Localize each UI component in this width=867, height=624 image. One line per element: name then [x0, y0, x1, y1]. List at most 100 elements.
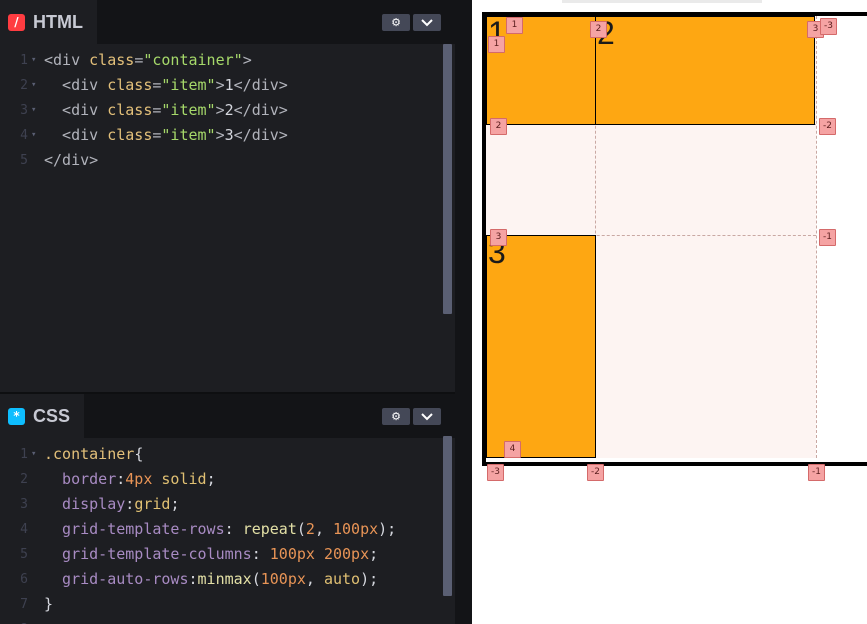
- code-text: display:grid;: [44, 492, 179, 517]
- code-token: >: [215, 76, 225, 94]
- code-token: ,: [305, 570, 324, 588]
- code-token: =: [134, 51, 144, 69]
- grid-line-badge: 4: [504, 441, 521, 458]
- html-editor-scrollbar[interactable]: [443, 44, 452, 314]
- code-token: </div>: [44, 151, 99, 169]
- code-line[interactable]: 8: [0, 617, 440, 624]
- line-number: 5: [20, 153, 28, 168]
- editor-column: / HTML ⚙ 1 ▾ <div class="container"> 2 ▾ <di…: [0, 0, 455, 624]
- code-token: 100px: [260, 570, 306, 588]
- gear-icon: ⚙: [391, 16, 401, 29]
- code-token: class: [107, 101, 153, 119]
- code-token: "item": [161, 126, 216, 144]
- html-collapse-button[interactable]: [413, 14, 441, 31]
- code-token: :: [188, 570, 198, 588]
- fold-arrow-icon[interactable]: ▾: [31, 48, 36, 73]
- css-editor-scrollbar[interactable]: [443, 436, 452, 596]
- grid-item: 2: [595, 16, 815, 125]
- css-code-editor[interactable]: 1 ▾ .container{2 border:4px solid; 3 displa…: [0, 438, 455, 624]
- line-number: 8: [0, 617, 28, 624]
- grid-line-col-3: [816, 16, 817, 458]
- code-token: class: [107, 126, 153, 144]
- code-token: "item": [161, 101, 216, 119]
- code-text: <div class="item">1</div>: [44, 73, 288, 98]
- code-token: <div: [44, 51, 90, 69]
- code-text: </div>: [44, 148, 98, 173]
- html-logo-icon: /: [8, 13, 25, 31]
- code-token: solid: [152, 470, 207, 488]
- code-text: grid-template-rows: repeat(2, 100px);: [44, 517, 396, 542]
- editor-preview-gutter[interactable]: [455, 0, 472, 624]
- line-number: 4: [20, 522, 28, 537]
- code-line[interactable]: 5 grid-template-columns: 100px 200px;: [0, 542, 440, 567]
- code-line[interactable]: 7}: [0, 592, 440, 617]
- css-collapse-button[interactable]: [413, 408, 441, 425]
- code-token: );: [378, 520, 397, 538]
- code-token: </div>: [233, 101, 288, 119]
- code-token: border: [44, 470, 117, 488]
- code-text: grid-template-columns: 100px 200px;: [44, 542, 378, 567]
- code-line[interactable]: 3 display:grid;: [0, 492, 440, 517]
- code-text: <div class="item">2</div>: [44, 98, 288, 123]
- line-number: 5: [20, 547, 28, 562]
- code-token: minmax: [197, 570, 252, 588]
- code-line[interactable]: 4 ▾ <div class="item">3</div>: [0, 123, 440, 148]
- tab-html[interactable]: / HTML: [0, 0, 97, 44]
- css-panel-header: * CSS ⚙: [0, 394, 455, 438]
- code-token: repeat: [242, 520, 297, 538]
- fold-arrow-icon[interactable]: ▾: [31, 98, 36, 123]
- code-token: class: [89, 51, 135, 69]
- code-token: 3: [224, 126, 234, 144]
- code-token: .container: [44, 445, 135, 463]
- code-line[interactable]: 1 ▾ <div class="container">: [0, 48, 440, 73]
- code-line[interactable]: 5 </div>: [0, 148, 440, 173]
- css-settings-button[interactable]: ⚙: [382, 408, 410, 425]
- grid-line-badge: -1: [819, 229, 836, 246]
- html-settings-button[interactable]: ⚙: [382, 14, 410, 31]
- code-token: 1: [224, 76, 234, 94]
- code-token: ;: [369, 545, 379, 563]
- html-code-editor[interactable]: 1 ▾ <div class="container"> 2 ▾ <div class="…: [0, 44, 455, 392]
- code-token: grid-template-rows: [44, 520, 225, 538]
- fold-arrow-icon[interactable]: ▾: [31, 123, 36, 148]
- code-token: class: [107, 76, 153, 94]
- code-token: 2: [305, 520, 315, 538]
- code-token: 200px: [323, 545, 370, 563]
- code-line[interactable]: 1 ▾ .container{: [0, 442, 440, 467]
- code-text: border:4px solid;: [44, 467, 216, 492]
- code-token: :: [125, 495, 135, 513]
- tab-css[interactable]: * CSS: [0, 394, 85, 438]
- line-number: 3: [20, 103, 28, 118]
- code-token: 100px: [269, 545, 315, 563]
- fold-arrow-icon[interactable]: ▾: [31, 73, 36, 98]
- code-token: </div>: [233, 76, 288, 94]
- code-line[interactable]: 4 grid-template-rows: repeat(2, 100px);: [0, 517, 440, 542]
- code-token: 2: [224, 101, 234, 119]
- code-text: }: [44, 592, 53, 617]
- code-token: "container": [143, 51, 243, 69]
- code-token: {: [134, 445, 144, 463]
- grid-line-badge: 1: [488, 36, 505, 53]
- grid-container: 1 2 3: [482, 12, 867, 466]
- code-token: ;: [170, 495, 180, 513]
- css-panel-title: CSS: [33, 405, 71, 426]
- code-token: ;: [206, 470, 216, 488]
- fold-arrow-icon[interactable]: ▾: [31, 442, 36, 467]
- code-token: display: [44, 495, 126, 513]
- code-line[interactable]: 3 ▾ <div class="item">2</div>: [0, 98, 440, 123]
- code-token: grid: [134, 495, 171, 513]
- grid-line-badge: -2: [587, 464, 604, 481]
- line-number: 1: [20, 447, 28, 462]
- code-token: >: [242, 51, 252, 69]
- chevron-down-icon: [421, 18, 433, 26]
- code-token: :: [251, 545, 270, 563]
- code-token: >: [215, 101, 225, 119]
- code-line[interactable]: 6 grid-auto-rows:minmax(100px, auto);: [0, 567, 440, 592]
- line-number: 1: [20, 53, 28, 68]
- code-line[interactable]: 2 border:4px solid;: [0, 467, 440, 492]
- code-token: :: [116, 470, 126, 488]
- line-number: 6: [20, 572, 28, 587]
- css-panel: * CSS ⚙ 1 ▾ .container{2 border:4px solid;…: [0, 394, 455, 624]
- code-line[interactable]: 2 ▾ <div class="item">1</div>: [0, 73, 440, 98]
- line-number: 3: [20, 497, 28, 512]
